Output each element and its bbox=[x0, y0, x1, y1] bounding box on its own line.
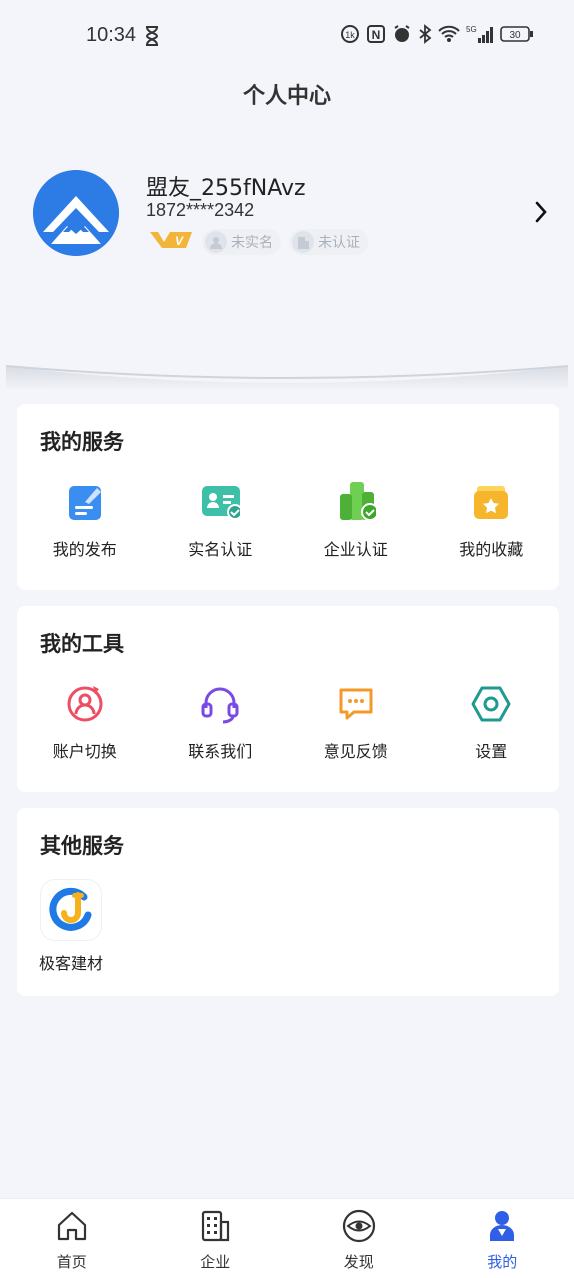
chevron-right-icon[interactable] bbox=[534, 200, 548, 228]
data-saver-icon: 1k bbox=[340, 24, 360, 44]
headset-icon bbox=[200, 684, 240, 724]
tools-card: 我的工具 账户切换 联系我们 意见反馈 设置 bbox=[17, 606, 559, 792]
hourglass-icon bbox=[145, 26, 159, 50]
alarm-icon bbox=[392, 24, 412, 44]
nfc-icon: N bbox=[366, 24, 386, 44]
jike-building-materials-button[interactable]: 极客建材 bbox=[31, 880, 111, 974]
nav-mine[interactable]: 我的 bbox=[431, 1199, 574, 1278]
switch-account-icon bbox=[65, 684, 105, 724]
id-card-icon bbox=[200, 482, 241, 522]
contact-us-button[interactable]: 联系我们 bbox=[153, 684, 289, 762]
status-bar: 10:34 1k N 5G 30 bbox=[0, 0, 574, 72]
settings-button[interactable]: 设置 bbox=[424, 684, 560, 762]
edit-document-icon bbox=[65, 482, 105, 522]
badge-unverified-name: 未实名 bbox=[202, 229, 281, 255]
svg-text:N: N bbox=[372, 28, 381, 42]
svg-text:30: 30 bbox=[509, 30, 521, 41]
status-time: 10:34 bbox=[86, 24, 137, 46]
profile-card[interactable]: 盟友_255fNAvz 1872****2342 V 未实名 未认证 bbox=[0, 150, 574, 280]
status-icons: 1k N 5G 30 bbox=[340, 24, 534, 44]
svg-text:V: V bbox=[175, 234, 184, 248]
my-favorites-button[interactable]: 我的收藏 bbox=[424, 482, 560, 560]
page-title: 个人中心 bbox=[242, 84, 331, 109]
vip-badge-icon: V bbox=[148, 228, 194, 256]
user-profile-icon bbox=[485, 1209, 519, 1247]
tools-title: 我的工具 bbox=[40, 632, 124, 656]
building-icon bbox=[292, 231, 314, 253]
jike-app-logo-icon bbox=[41, 880, 101, 940]
switch-account-button[interactable]: 账户切换 bbox=[17, 684, 153, 762]
person-icon bbox=[205, 231, 227, 253]
feedback-button[interactable]: 意见反馈 bbox=[288, 684, 424, 762]
my-posts-button[interactable]: 我的发布 bbox=[17, 482, 153, 560]
favorites-folder-icon bbox=[471, 482, 511, 522]
services-card: 我的服务 我的发布 实名认证 企业认证 我的收藏 bbox=[17, 404, 559, 590]
other-services-title: 其他服务 bbox=[40, 834, 124, 858]
real-name-auth-button[interactable]: 实名认证 bbox=[153, 482, 289, 560]
nav-home[interactable]: 首页 bbox=[0, 1199, 144, 1278]
building-check-icon bbox=[336, 482, 376, 522]
company-auth-button[interactable]: 企业认证 bbox=[288, 482, 424, 560]
svg-text:5G: 5G bbox=[466, 25, 477, 34]
nav-company[interactable]: 企业 bbox=[144, 1199, 288, 1278]
signal-icon: 5G bbox=[466, 24, 494, 44]
eye-icon bbox=[342, 1209, 376, 1247]
services-title: 我的服务 bbox=[40, 430, 124, 454]
bottom-nav: 首页 企业 发现 我的 bbox=[0, 1198, 574, 1278]
other-services-card: 其他服务 极客建材 bbox=[17, 808, 559, 996]
home-icon bbox=[55, 1209, 89, 1247]
feedback-chat-icon bbox=[336, 684, 376, 724]
svg-text:1k: 1k bbox=[345, 30, 355, 40]
company-building-icon bbox=[198, 1209, 232, 1247]
bluetooth-icon bbox=[418, 24, 432, 44]
settings-hex-icon bbox=[471, 684, 511, 724]
profile-divider bbox=[0, 340, 574, 400]
username: 盟友_255fNAvz bbox=[146, 176, 306, 201]
battery-icon: 30 bbox=[500, 24, 534, 44]
avatar[interactable] bbox=[33, 170, 119, 256]
profile-badges: V 未实名 未认证 bbox=[148, 228, 368, 256]
phone-number: 1872****2342 bbox=[146, 200, 255, 220]
wifi-icon bbox=[438, 25, 460, 43]
nav-discover[interactable]: 发现 bbox=[287, 1199, 431, 1278]
badge-unverified-company: 未认证 bbox=[289, 229, 368, 255]
